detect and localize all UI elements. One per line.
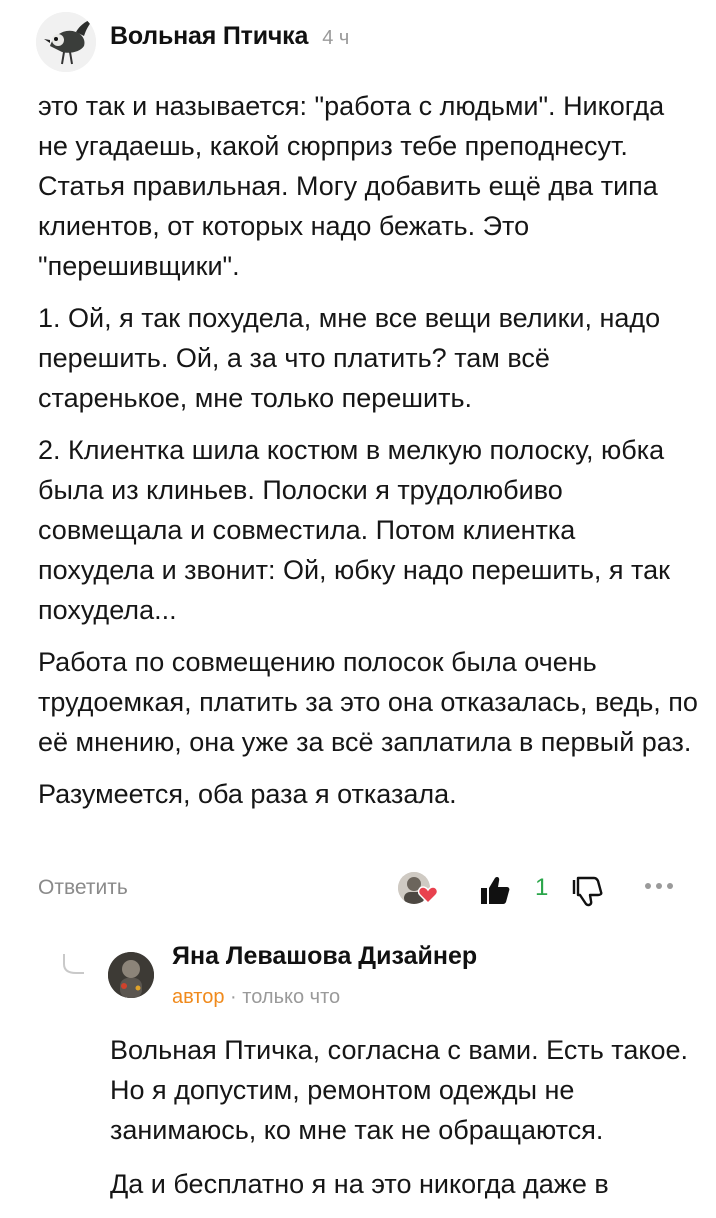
reply-meta: автор · только что [172,986,340,1009]
comment-author-name[interactable]: Вольная Птичка [110,22,308,51]
thread-line-icon [63,954,84,974]
reply-author-avatar[interactable] [108,952,154,998]
reply-timestamp: только что [242,986,341,1008]
comment-paragraph: 1. Ой, я так похудела, мне все вещи вели… [38,303,661,413]
comment-paragraph: Разумеется, оба раза я отказала. [38,779,457,809]
heart-icon [418,886,438,904]
comment-body: это так и называется: "работа с людьми".… [38,86,698,826]
comment-paragraph: это так и называется: "работа с людьми".… [38,91,665,281]
like-count: 1 [535,874,549,901]
author-avatar[interactable] [36,12,96,72]
reply-paragraph: Вольная Птичка, согласна с вами. Есть та… [110,1035,688,1145]
bird-avatar-icon [36,12,96,72]
reply-avatar-icon [108,952,154,998]
thumbs-down-icon[interactable] [570,874,604,908]
comment-actions: Ответить 1 [38,872,698,912]
reply-author-name[interactable]: Яна Левашова Дизайнер [172,942,477,971]
reply-paragraph: Да и бесплатно я на это никогда даже в [110,1169,609,1199]
reply-button[interactable]: Ответить [38,876,128,900]
comment-paragraph: Работа по совмещению полосок была очень … [38,647,698,757]
thumbs-up-icon[interactable] [478,874,512,908]
comment-paragraph: 2. Клиентка шила костюм в мелкую полоску… [38,435,670,625]
comment-timestamp: 4 ч [322,27,350,49]
author-badge: автор [172,986,225,1008]
reply-body: Вольная Птичка, согласна с вами. Есть та… [110,1030,700,1218]
meta-separator: · [224,986,243,1008]
more-icon[interactable] [642,880,676,892]
